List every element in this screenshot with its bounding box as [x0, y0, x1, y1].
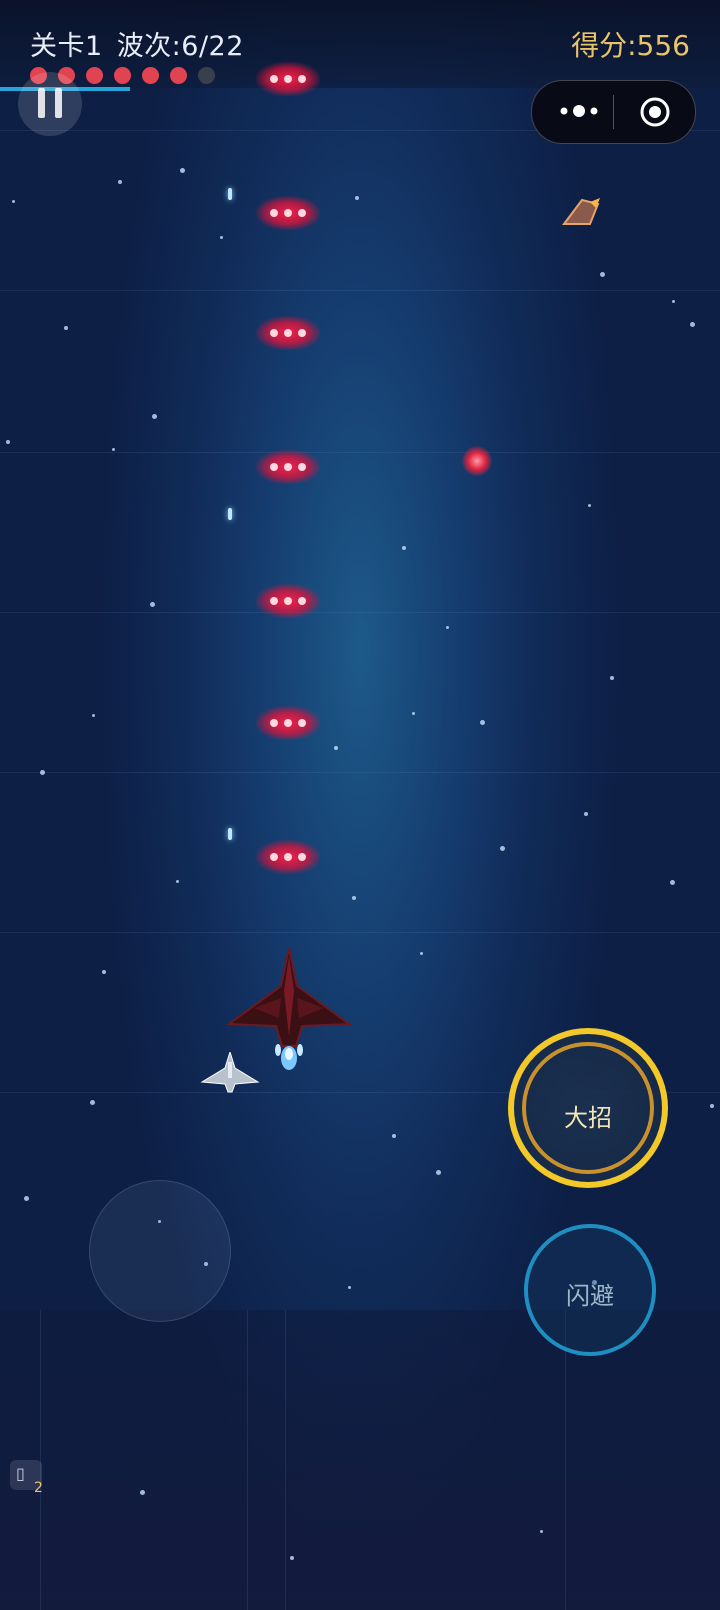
star	[102, 970, 106, 974]
star	[600, 272, 605, 277]
star	[500, 846, 505, 851]
star	[176, 880, 179, 883]
enemy-bullet	[256, 62, 320, 96]
ultimate-button[interactable]: 大招	[508, 1028, 668, 1188]
miniprogram-capsule	[531, 80, 696, 144]
enemy-bullet	[256, 316, 320, 350]
level-label: 关卡1	[30, 31, 103, 62]
star	[584, 812, 588, 816]
star	[670, 880, 675, 885]
pause-icon	[55, 88, 62, 118]
star	[540, 1530, 543, 1533]
star	[90, 1100, 95, 1105]
star	[40, 770, 45, 775]
star	[180, 168, 185, 173]
star	[420, 952, 423, 955]
star	[6, 440, 10, 444]
star	[480, 720, 485, 725]
grid-line	[0, 290, 720, 291]
wave-dot	[170, 67, 187, 84]
star	[672, 300, 675, 303]
grid-line	[40, 1310, 41, 1610]
capsule-divider	[613, 95, 614, 129]
star	[348, 1286, 351, 1289]
star	[436, 1170, 441, 1175]
pause-button[interactable]	[18, 72, 82, 136]
enemy-bullet	[256, 706, 320, 740]
bomb-count: 2	[34, 1480, 43, 1496]
star	[152, 414, 157, 419]
star	[710, 1104, 714, 1108]
wave-dot	[114, 67, 131, 84]
enemy-bullet	[256, 840, 320, 874]
grid-line	[285, 1310, 286, 1610]
dodge-label: 闪避	[566, 1282, 614, 1310]
star	[290, 1556, 294, 1560]
grid-line	[565, 1310, 566, 1610]
star	[588, 504, 591, 507]
bottom-band	[0, 1310, 720, 1610]
star	[402, 546, 406, 550]
star	[334, 746, 338, 750]
ultimate-label: 大招	[564, 1104, 612, 1132]
star	[64, 326, 68, 330]
enemy-orb-bullet	[462, 446, 492, 476]
enemy-bullet	[256, 196, 320, 230]
grid-line	[0, 452, 720, 453]
grid-line	[0, 772, 720, 773]
star	[118, 180, 122, 184]
enemy-bullet	[256, 584, 320, 618]
wave-dot	[142, 67, 159, 84]
star	[12, 200, 15, 203]
star	[610, 676, 614, 680]
wingman-ship-icon	[200, 1052, 260, 1093]
grid-line	[0, 932, 720, 933]
joystick-pad[interactable]	[89, 1180, 231, 1322]
star	[392, 1134, 396, 1138]
enemy-bullet	[256, 450, 320, 484]
star	[150, 602, 155, 607]
top-hud: 关卡1 波次:6/22 得分:556	[0, 0, 720, 88]
dodge-button[interactable]: 闪避	[524, 1224, 656, 1356]
star	[446, 626, 449, 629]
grid-line	[0, 612, 720, 613]
star	[412, 712, 415, 715]
bomb-counter[interactable]: ▯ 2	[10, 1460, 43, 1496]
player-laser	[228, 508, 232, 520]
star	[220, 236, 223, 239]
wave-dot	[198, 67, 215, 84]
star	[355, 196, 359, 200]
level-wave-text: 关卡1 波次:6/22	[30, 24, 258, 63]
star	[24, 1196, 29, 1201]
wave-label: 波次:6/22	[116, 31, 244, 62]
score-label: 得分:556	[571, 29, 690, 62]
player-laser	[228, 828, 232, 840]
more-dots-icon[interactable]	[554, 95, 604, 127]
enemy-ship-icon	[562, 198, 600, 225]
grid-line	[247, 1310, 248, 1610]
star	[112, 448, 115, 451]
player-laser	[228, 188, 232, 200]
wave-dot	[86, 67, 103, 84]
placeholder-glyph-icon: ▯	[16, 1464, 25, 1483]
target-circle-icon[interactable]	[639, 96, 671, 128]
star	[690, 322, 695, 327]
star	[352, 896, 356, 900]
star	[140, 1490, 145, 1495]
pause-icon	[38, 88, 45, 118]
star	[92, 714, 95, 717]
